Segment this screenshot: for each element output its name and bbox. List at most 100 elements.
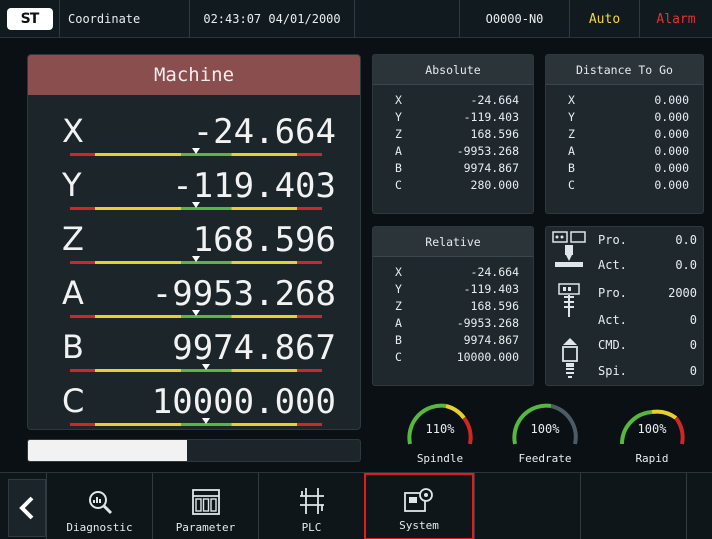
axis-value: -24.664 [192, 112, 336, 152]
absolute-row: Z 168.596 [373, 127, 533, 143]
gauge-label: Rapid [635, 452, 669, 465]
distance-row: C 0.000 [546, 178, 703, 194]
distance-row: A 0.000 [546, 144, 703, 160]
axis-value: 9974.867 [463, 333, 519, 347]
spindle-override-gauge[interactable]: 110% Spindle [400, 396, 480, 468]
axis-label: X [395, 265, 402, 279]
axis-name: Y [62, 166, 82, 204]
axis-label: B [395, 161, 402, 175]
relative-row: Y -119.403 [373, 282, 533, 298]
axis-pointer [192, 148, 200, 154]
absolute-row: C 280.000 [373, 178, 533, 194]
machine-axis-row-c: C 10000.000 [28, 376, 360, 429]
axis-name: Z [62, 220, 84, 258]
spindle-pro-row: Pro. 2000 [546, 286, 703, 306]
softkey-parameter[interactable]: Parameter [152, 473, 258, 539]
spindle-act-row: Act. 0 [546, 313, 703, 333]
axis-value: 0.000 [654, 127, 689, 141]
gauge-value: 100% [530, 422, 560, 436]
distance-row: Y 0.000 [546, 110, 703, 126]
relative-panel: Relative X -24.664 Y -119.403 Z 168.596 A -9… [372, 226, 534, 386]
absolute-title: Absolute [373, 55, 533, 85]
info-label: Act. [598, 313, 627, 327]
info-label: Act. [598, 258, 627, 272]
distance-row: Z 0.000 [546, 127, 703, 143]
axis-value: -9953.268 [456, 144, 519, 158]
axis-value: 168.596 [192, 220, 336, 260]
machine-title: Machine [28, 55, 360, 95]
status-blank [355, 0, 460, 38]
axis-label: Z [395, 299, 402, 313]
axis-label: Y [395, 282, 402, 296]
gauge-value: 110% [425, 422, 455, 436]
progress-fill [28, 440, 188, 461]
softkey-empty-3[interactable] [686, 473, 712, 539]
axis-label: Z [568, 127, 575, 141]
softkey-plc[interactable]: PLC [258, 473, 364, 539]
rapid-override-gauge[interactable]: 100% Rapid [612, 396, 692, 468]
axis-value: 0.000 [654, 178, 689, 192]
axis-value: 280.000 [470, 178, 519, 192]
softkey-label: Parameter [175, 521, 236, 534]
gauge-value: 100% [637, 422, 667, 436]
softkey-diagnostic[interactable]: Diagnostic [46, 473, 152, 539]
axis-value: -24.664 [470, 265, 519, 279]
diagnostic-icon [88, 491, 112, 515]
cmd-row: CMD. 0 [546, 338, 703, 358]
axis-pointer [192, 202, 200, 208]
axis-name: B [62, 328, 84, 366]
axis-value: 168.596 [470, 127, 519, 141]
distance-row: X 0.000 [546, 93, 703, 109]
chevron-left-icon [19, 496, 34, 520]
back-button[interactable] [8, 479, 46, 537]
feed-act-row: Act. 0.0 [546, 258, 703, 278]
feedrate-override-gauge[interactable]: 100% Feedrate [505, 396, 585, 468]
relative-row: C 10000.000 [373, 350, 533, 366]
axis-scale-bar [70, 423, 322, 426]
absolute-panel: Absolute X -24.664 Y -119.403 Z 168.596 A -9… [372, 54, 534, 214]
softkey-system[interactable]: System [364, 473, 474, 539]
axis-label: B [395, 333, 402, 347]
feed-spindle-info-panel: Pro. 0.0 Act. 0.0 Pro. 2000 Act. 0 CMD. 0 Spi… [545, 226, 704, 386]
axis-value: -119.403 [463, 110, 519, 124]
softkey-empty-2[interactable] [580, 473, 686, 539]
softkey-bar: Diagnostic Parameter PLC System [0, 472, 712, 539]
axis-label: A [395, 144, 402, 158]
relative-row: B 9974.867 [373, 333, 533, 349]
relative-row: X -24.664 [373, 265, 533, 281]
info-label: CMD. [598, 338, 627, 352]
softkey-label: Diagnostic [66, 521, 133, 534]
info-value: 0 [689, 364, 697, 378]
info-value: 0.0 [675, 233, 697, 247]
alarm-indicator[interactable]: Alarm [640, 0, 712, 38]
axis-label: C [395, 178, 402, 192]
axis-pointer [202, 364, 211, 370]
system-icon [404, 488, 433, 512]
axis-label: B [568, 161, 575, 175]
axis-value: 0.000 [654, 93, 689, 107]
relative-row: Z 168.596 [373, 299, 533, 315]
axis-value: 10000.000 [456, 350, 519, 364]
absolute-row: X -24.664 [373, 93, 533, 109]
info-label: Pro. [598, 286, 627, 300]
axis-label: X [568, 93, 575, 107]
softkey-empty-1[interactable] [474, 473, 580, 539]
gauge-label: Feedrate [518, 452, 572, 465]
machine-axis-row-y: Y -119.403 [28, 160, 360, 214]
absolute-row: B 9974.867 [373, 161, 533, 177]
logo-mark: ST [6, 8, 53, 30]
info-value: 2000 [668, 286, 697, 300]
program-number: O0000-N0 [460, 0, 570, 38]
machine-axis-row-b: B 9974.867 [28, 322, 360, 376]
axis-value: 9974.867 [463, 161, 519, 175]
distance-to-go-panel: Distance To Go X 0.000 Y 0.000 Z 0.000 A 0.0… [545, 54, 704, 214]
axis-pointer [202, 418, 211, 424]
program-progress-bar [27, 439, 361, 462]
info-value: 0.0 [675, 258, 697, 272]
axis-scale-bar [70, 369, 322, 372]
machine-axis-row-x: X -24.664 [28, 106, 360, 160]
axis-value: -24.664 [470, 93, 519, 107]
plc-ladder-icon [299, 488, 324, 514]
distance-title: Distance To Go [546, 55, 703, 85]
axis-label: C [568, 178, 575, 192]
